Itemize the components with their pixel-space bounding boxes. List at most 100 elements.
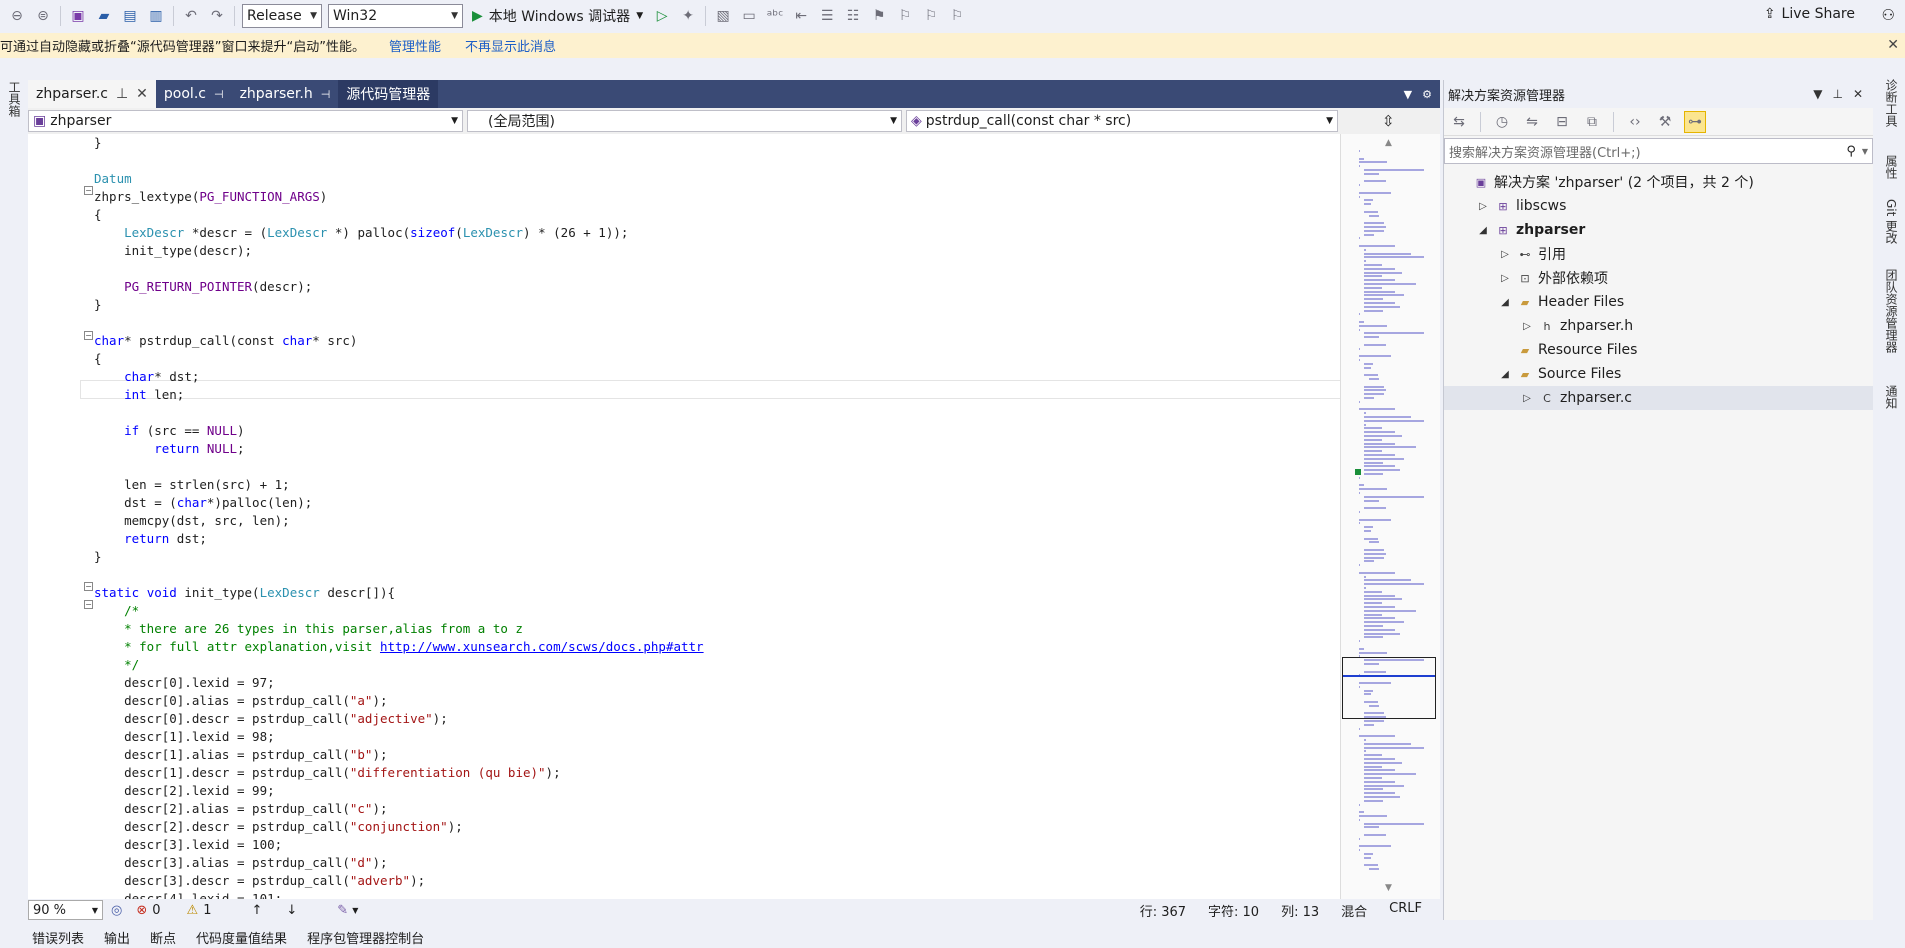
manage-performance-link[interactable]: 管理性能: [389, 36, 441, 55]
tree-node[interactable]: ▰ Resource Files: [1444, 338, 1873, 362]
collapsed-icon[interactable]: ▷: [1498, 273, 1512, 284]
code-line[interactable]: */: [94, 656, 704, 674]
tab-zhparser-h[interactable]: zhparser.h ⊣: [232, 80, 339, 108]
code-line[interactable]: PG_RETURN_POINTER(descr);: [94, 278, 704, 296]
pin-icon[interactable]: ⊣: [321, 88, 331, 101]
tree-node[interactable]: ▷ Czhparser.c: [1444, 386, 1873, 410]
tree-node[interactable]: ▷ h zhparser.h: [1444, 314, 1873, 338]
next-bookmark-icon[interactable]: ⚐: [920, 5, 942, 27]
code-line[interactable]: [94, 404, 704, 422]
warning-icon[interactable]: ⚠: [187, 903, 199, 918]
code-line[interactable]: zhprs_lextype(PG_FUNCTION_ARGS): [94, 188, 704, 206]
code-line[interactable]: static void init_type(LexDescr descr[]){: [94, 584, 704, 602]
member-dropdown[interactable]: ◈ pstrdup_call(const char * src) ▼: [906, 110, 1338, 132]
hot-reload-icon[interactable]: ✦: [677, 5, 699, 27]
collapse-icon[interactable]: −: [84, 582, 93, 591]
code-line[interactable]: descr[4].lexid = 101;: [94, 890, 704, 899]
window-position-icon[interactable]: ▼: [1813, 87, 1822, 101]
split-window-icon[interactable]: ⇳: [1382, 112, 1395, 130]
tab-breakpoints[interactable]: 断点: [150, 928, 176, 947]
code-line[interactable]: [94, 314, 704, 332]
clear-bookmarks-icon[interactable]: ⚐: [946, 5, 968, 27]
switch-views-icon[interactable]: ⇆: [1448, 111, 1470, 133]
team-explorer-tab[interactable]: 团队资源管理器: [1883, 269, 1900, 353]
window-layout-icon[interactable]: ▭: [738, 5, 760, 27]
code-line[interactable]: {: [94, 350, 704, 368]
tree-node[interactable]: ◢ ▰ Header Files: [1444, 290, 1873, 314]
show-all-files-icon[interactable]: ⧉: [1581, 111, 1603, 133]
scope-dropdown[interactable]: (全局范围) ▼: [467, 110, 902, 132]
code-line[interactable]: descr[1].descr = pstrdup_call("different…: [94, 764, 704, 782]
minimap-viewport[interactable]: [1342, 657, 1436, 719]
tree-node[interactable]: ◢ ⊞ zhparser: [1444, 218, 1873, 242]
properties-icon[interactable]: ⚒: [1654, 111, 1676, 133]
collapse-icon[interactable]: −: [84, 186, 93, 195]
sync-with-document-icon[interactable]: ⇋: [1521, 111, 1543, 133]
bookmark-icon[interactable]: ⚑: [868, 5, 890, 27]
code-line[interactable]: len = strlen(src) + 1;: [94, 476, 704, 494]
close-icon[interactable]: ✕: [1887, 37, 1899, 53]
tab-list-icon[interactable]: ▼: [1404, 88, 1412, 101]
project-dropdown[interactable]: ▣ zhparser ▼: [28, 110, 463, 132]
code-line[interactable]: [94, 260, 704, 278]
gear-icon[interactable]: ⚙: [1422, 88, 1432, 101]
line-ending[interactable]: CRLF: [1389, 901, 1422, 920]
search-icon[interactable]: ⚲: [1846, 144, 1856, 159]
spell-check-icon[interactable]: ᵃᵇᶜ: [764, 5, 786, 27]
diagnostic-tools-tab[interactable]: 诊断工具: [1883, 79, 1900, 127]
save-all-icon[interactable]: ▥: [145, 5, 167, 27]
code-line[interactable]: if (src == NULL): [94, 422, 704, 440]
close-icon[interactable]: ✕: [136, 86, 148, 102]
chevron-down-icon[interactable]: ▼: [352, 906, 358, 915]
collapsed-icon[interactable]: ▷: [1520, 393, 1534, 404]
tree-node[interactable]: ▷ ⊡ 外部依赖项: [1444, 266, 1873, 290]
tab-zhparser-c[interactable]: zhparser.c ⊥ ✕: [28, 80, 156, 108]
uncomment-icon[interactable]: ☷: [842, 5, 864, 27]
code-line[interactable]: descr[0].descr = pstrdup_call("adjective…: [94, 710, 704, 728]
collapsed-icon[interactable]: ▷: [1476, 201, 1490, 212]
previous-issue-icon[interactable]: ↑: [251, 903, 262, 918]
code-line[interactable]: memcpy(dst, src, len);: [94, 512, 704, 530]
code-line[interactable]: }: [94, 548, 704, 566]
tab-output[interactable]: 输出: [104, 928, 130, 947]
code-line[interactable]: /*: [94, 602, 704, 620]
tree-node[interactable]: ▷ ⊞ libscws: [1444, 194, 1873, 218]
code-line[interactable]: char* pstrdup_call(const char* src): [94, 332, 704, 350]
code-line[interactable]: return NULL;: [94, 440, 704, 458]
configuration-dropdown[interactable]: Release ▼: [242, 4, 322, 28]
warning-count[interactable]: 1: [203, 903, 211, 918]
code-line[interactable]: LexDescr *descr = (LexDescr *) palloc(si…: [94, 224, 704, 242]
platform-dropdown[interactable]: Win32 ▼: [328, 4, 463, 28]
code-line[interactable]: [94, 458, 704, 476]
code-line[interactable]: init_type(descr);: [94, 242, 704, 260]
code-line[interactable]: [94, 566, 704, 584]
undo-icon[interactable]: ↶: [180, 5, 202, 27]
new-project-icon[interactable]: ▣: [67, 5, 89, 27]
tree-node[interactable]: ◢ ▰ Source Files: [1444, 362, 1873, 386]
preview-selected-items-icon[interactable]: ⊶: [1684, 110, 1706, 133]
toolbox-tab[interactable]: 工具箱: [6, 81, 23, 117]
expanded-icon[interactable]: ◢: [1476, 225, 1490, 236]
code-line[interactable]: descr[1].alias = pstrdup_call("b");: [94, 746, 704, 764]
collapse-icon[interactable]: −: [84, 331, 93, 340]
code-line[interactable]: descr[2].lexid = 99;: [94, 782, 704, 800]
open-folder-icon[interactable]: ▰: [93, 5, 115, 27]
pin-icon[interactable]: ⊥: [116, 86, 128, 102]
error-count[interactable]: 0: [152, 903, 160, 918]
close-icon[interactable]: ✕: [1853, 87, 1863, 101]
code-line[interactable]: descr[3].alias = pstrdup_call("d");: [94, 854, 704, 872]
code-line[interactable]: * for full attr explanation,visit http:/…: [94, 638, 704, 656]
minimap-scrollbar[interactable]: ▲ ▼: [1340, 134, 1440, 899]
zoom-dropdown[interactable]: 90 % ▼: [28, 900, 103, 920]
back-icon[interactable]: ⊖: [6, 5, 28, 27]
collapsed-icon[interactable]: ▷: [1520, 321, 1534, 332]
code-line[interactable]: descr[3].descr = pstrdup_call("adverb");: [94, 872, 704, 890]
redo-icon[interactable]: ↷: [206, 5, 228, 27]
start-debugging-button[interactable]: ▶ 本地 Windows 调试器 ▼: [472, 6, 643, 26]
scroll-up-icon[interactable]: ▲: [1385, 138, 1392, 148]
code-editor[interactable]: − − − − } Datum zhprs_lextype(PG_FUNCTION…: [28, 134, 1340, 899]
code-line[interactable]: descr[2].descr = pstrdup_call("conjuncti…: [94, 818, 704, 836]
git-changes-tab[interactable]: Git 更改: [1883, 199, 1900, 244]
column-number[interactable]: 列: 13: [1281, 901, 1319, 920]
expanded-icon[interactable]: ◢: [1498, 297, 1512, 308]
